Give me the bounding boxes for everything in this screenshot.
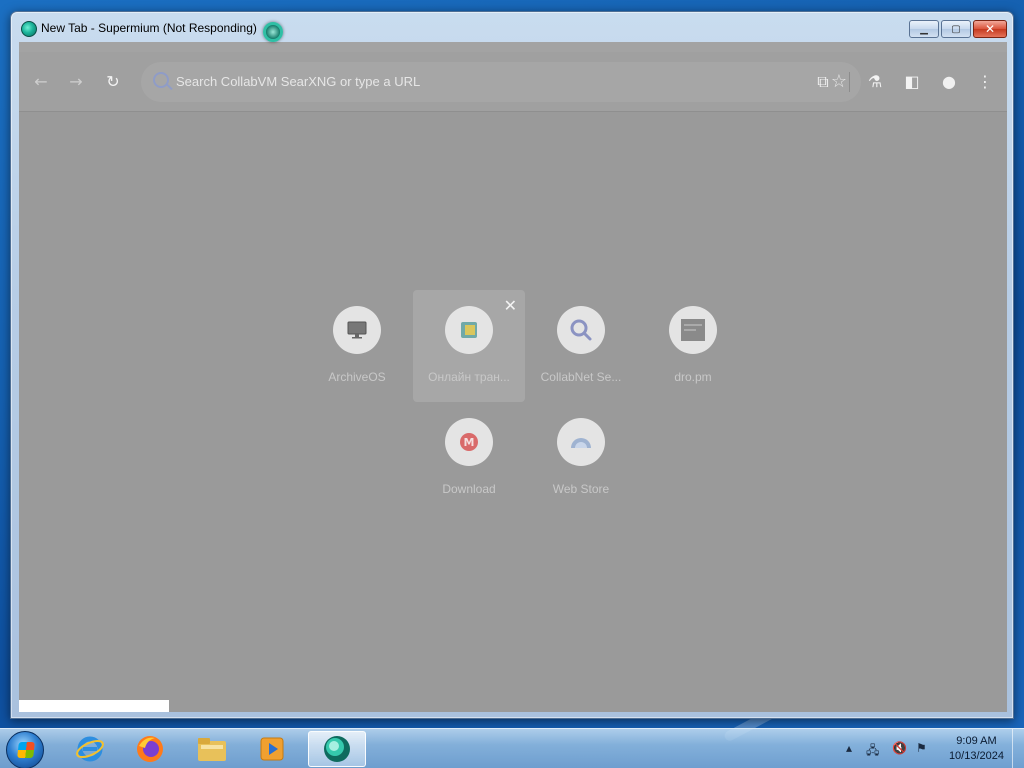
shortcut-label: Онлайн тран... xyxy=(428,370,510,384)
start-button[interactable] xyxy=(6,731,44,768)
folder-icon xyxy=(198,738,226,761)
close-icon: ✕ xyxy=(984,22,996,36)
search-icon xyxy=(153,72,169,88)
shortcut-tile[interactable]: Web Store xyxy=(525,402,637,514)
labs-icon[interactable]: ⚗ xyxy=(865,72,885,92)
forward-arrow-icon[interactable]: → xyxy=(66,72,86,92)
window-title: New Tab - Supermium (Not Responding) xyxy=(41,21,257,35)
shortcut-label: CollabNet Se... xyxy=(540,370,622,384)
windows-logo-icon xyxy=(17,742,35,758)
shortcut-label: Web Store xyxy=(552,482,610,496)
system-clock[interactable]: 9:09 AM 10/13/2024 xyxy=(949,734,1004,764)
taskbar-media-player[interactable] xyxy=(246,731,298,767)
taskbar-supermium[interactable] xyxy=(308,731,366,767)
star-icon[interactable]: ☆ xyxy=(831,71,847,92)
monitor-icon xyxy=(333,306,381,354)
internet-explorer-icon xyxy=(76,736,104,762)
window-controls: ▁ ▢ ✕ xyxy=(909,20,1007,38)
show-desktop-button[interactable] xyxy=(1012,729,1024,768)
taskbar-internet-explorer[interactable] xyxy=(64,731,116,767)
title-bar[interactable]: New Tab - Supermium (Not Responding) ▁ ▢… xyxy=(11,12,1013,42)
reload-icon[interactable]: ↻ xyxy=(103,72,123,92)
minimize-button[interactable]: ▁ xyxy=(909,20,939,38)
taskbar-file-explorer[interactable] xyxy=(186,731,238,767)
svg-text:M: M xyxy=(464,436,475,449)
thumbnail-icon xyxy=(669,306,717,354)
menu-icon[interactable]: ⋮ xyxy=(975,72,995,92)
profile-icon[interactable]: ● xyxy=(939,72,959,92)
shortcut-label: Download xyxy=(442,482,496,496)
shortcut-tile[interactable]: ArchiveOS xyxy=(301,290,413,402)
search-icon xyxy=(557,306,605,354)
shortcut-tile[interactable]: CollabNet Se... xyxy=(525,290,637,402)
close-button[interactable]: ✕ xyxy=(973,20,1007,38)
browser-window: New Tab - Supermium (Not Responding) ▁ ▢… xyxy=(10,11,1014,719)
shortcut-tile[interactable]: M Download xyxy=(413,402,525,514)
volume-muted-icon[interactable]: 🔇 xyxy=(892,741,907,755)
shortcut-tile[interactable]: dro.pm xyxy=(637,290,749,402)
maximize-icon: ▢ xyxy=(951,23,961,35)
browser-toolbar: ← → ↻ Search CollabVM SearXNG or type a … xyxy=(19,52,1007,112)
browser-content: ← → ↻ Search CollabVM SearXNG or type a … xyxy=(19,42,1007,712)
toolbar-divider xyxy=(849,72,850,92)
remove-icon[interactable]: ✕ xyxy=(504,296,517,315)
shortcut-label: ArchiveOS xyxy=(328,370,386,384)
busy-cursor-icon xyxy=(263,22,283,42)
firefox-icon xyxy=(137,736,163,762)
maximize-button[interactable]: ▢ xyxy=(941,20,971,38)
taskbar: ▴ 🖧 🔇 ⚑ 9:09 AM 10/13/2024 xyxy=(0,728,1024,768)
shortcut-label: dro.pm xyxy=(674,370,712,384)
side-panel-icon[interactable]: ◧ xyxy=(902,72,922,92)
extensions-icon[interactable]: ⧉ xyxy=(813,72,833,92)
taskbar-firefox[interactable] xyxy=(124,731,176,767)
tab-strip xyxy=(19,42,1007,52)
clock-time: 9:09 AM xyxy=(956,735,997,747)
back-arrow-icon[interactable]: ← xyxy=(31,72,51,92)
media-player-icon xyxy=(260,737,284,761)
network-icon[interactable]: 🖧 xyxy=(866,741,879,762)
supermium-icon xyxy=(21,21,37,37)
action-center-flag-icon[interactable]: ⚑ xyxy=(916,741,927,755)
rendering-artifact xyxy=(19,700,169,712)
shortcut-tile[interactable]: Онлайн тран... ✕ xyxy=(413,290,525,402)
mega-icon: M xyxy=(445,418,493,466)
clock-date: 10/13/2024 xyxy=(948,750,1004,762)
minimize-icon: ▁ xyxy=(920,23,928,35)
address-bar[interactable]: Search CollabVM SearXNG or type a URL ☆ xyxy=(141,62,861,102)
address-placeholder: Search CollabVM SearXNG or type a URL xyxy=(176,74,421,89)
webstore-icon xyxy=(557,418,605,466)
supermium-icon xyxy=(324,736,350,762)
folder-icon xyxy=(445,306,493,354)
show-hidden-icons-icon[interactable]: ▴ xyxy=(846,741,852,755)
